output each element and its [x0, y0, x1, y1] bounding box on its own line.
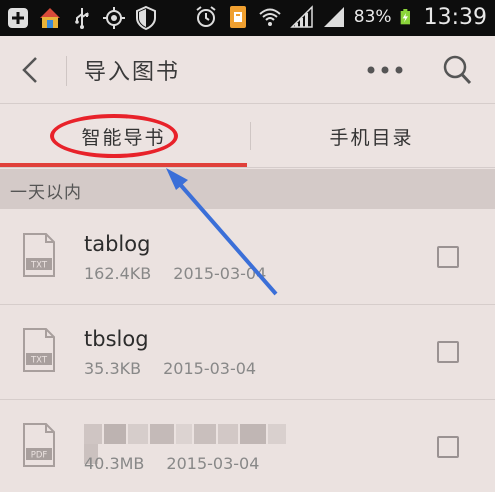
battery-charging-icon	[400, 9, 410, 25]
tab-smart-import[interactable]: 智能导书	[0, 104, 247, 168]
file-type-label: TXT	[30, 356, 48, 366]
tab-bar: 智能导书 手机目录	[0, 104, 495, 168]
add-icon	[8, 8, 28, 28]
file-meta: 40.3MB 2015-03-04	[84, 454, 259, 473]
status-time: 13:39	[423, 4, 487, 30]
file-name: tablog	[84, 232, 151, 256]
back-button[interactable]	[10, 48, 50, 92]
file-meta: 162.4KB 2015-03-04	[84, 264, 266, 283]
file-size: 35.3KB	[84, 359, 142, 378]
search-button[interactable]	[438, 50, 476, 90]
action-bar: 导入图书	[0, 36, 495, 104]
shield-icon	[136, 5, 156, 31]
file-date: 2015-03-04	[163, 359, 257, 378]
file-size: 162.4KB	[84, 264, 152, 283]
gps-icon	[103, 7, 125, 29]
file-date: 2015-03-04	[173, 264, 267, 283]
txt-file-icon: TXT	[23, 233, 55, 277]
file-checkbox[interactable]	[437, 246, 459, 268]
more-options-button[interactable]	[362, 54, 408, 86]
wifi-icon	[259, 8, 281, 26]
notification-icon	[229, 6, 246, 28]
signal-icon	[289, 5, 313, 28]
file-checkbox[interactable]	[437, 436, 459, 458]
pdf-file-icon: PDF	[23, 423, 55, 467]
search-icon	[443, 55, 472, 85]
status-bar-right: 83% 13:39	[194, 4, 487, 30]
usb-icon	[75, 8, 89, 29]
tab-phone-directory[interactable]: 手机目录	[248, 104, 495, 168]
alarm-icon	[196, 6, 216, 27]
status-bar-left	[6, 5, 158, 31]
file-name: tbslog	[84, 327, 149, 351]
file-checkbox[interactable]	[437, 341, 459, 363]
list-item[interactable]: TXT tablog 162.4KB 2015-03-04	[0, 210, 495, 304]
section-label: 一天以内	[10, 183, 82, 203]
divider	[66, 56, 67, 86]
file-meta: 35.3KB 2015-03-04	[84, 359, 256, 378]
list-item[interactable]: PDF 40.3MB 2015-03-04	[0, 400, 495, 492]
file-type-label: PDF	[31, 451, 48, 461]
section-header: 一天以内	[0, 169, 495, 209]
txt-file-icon: TXT	[23, 328, 55, 372]
chevron-left-icon	[22, 57, 37, 83]
home-icon	[40, 8, 60, 28]
list-item[interactable]: TXT tbslog 35.3KB 2015-03-04	[0, 305, 495, 399]
signal-icon	[323, 7, 344, 27]
battery-percent: 83%	[353, 7, 392, 27]
file-size: 40.3MB	[84, 454, 145, 473]
file-type-label: TXT	[30, 261, 48, 271]
page-title: 导入图书	[84, 60, 181, 85]
file-date: 2015-03-04	[166, 454, 260, 473]
tab-underline	[0, 167, 495, 168]
more-dots-icon	[367, 66, 403, 74]
blurred-file-name	[84, 424, 294, 464]
status-bar: 83% 13:39	[0, 0, 495, 36]
